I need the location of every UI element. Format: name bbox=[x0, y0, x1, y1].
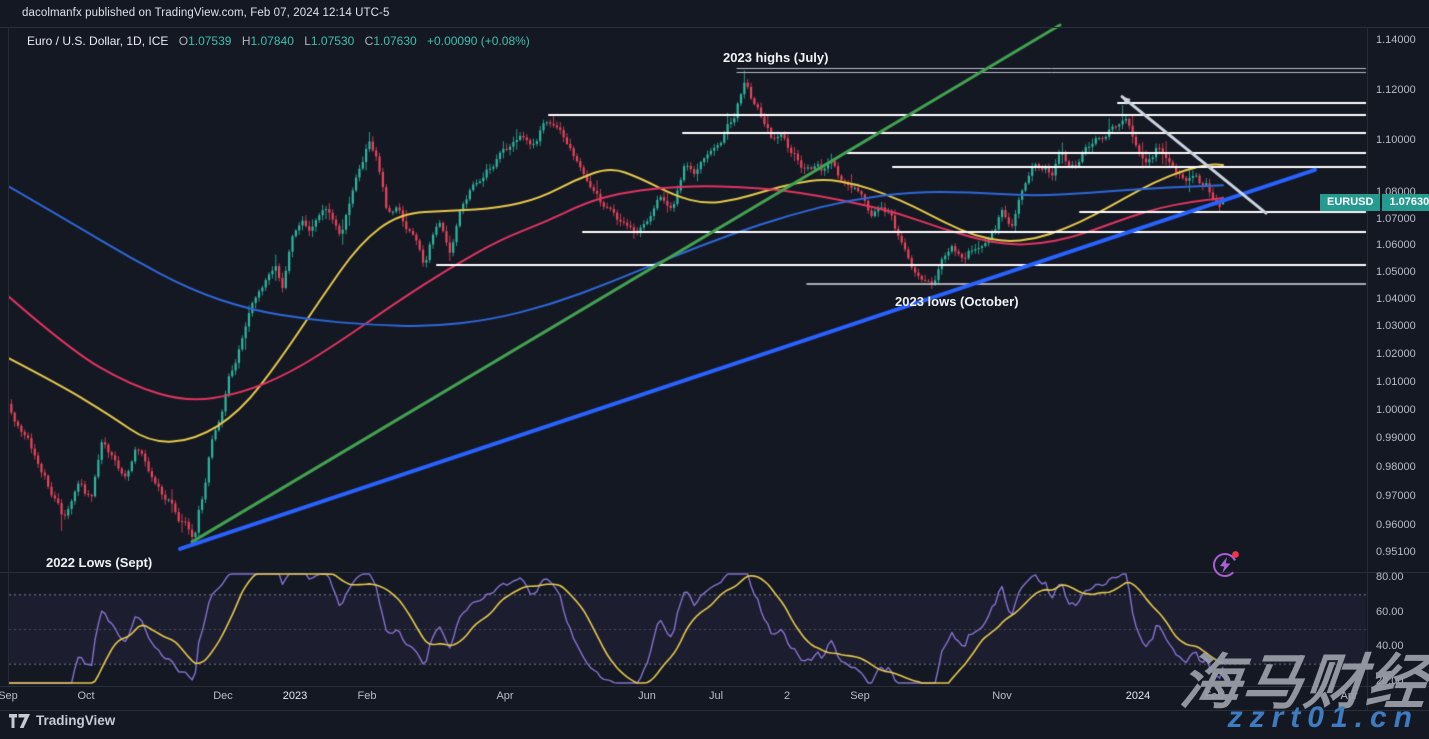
lightning-idea-icon[interactable] bbox=[1210, 548, 1242, 585]
close-label: C bbox=[365, 34, 374, 48]
time-axis-label: 2023 bbox=[283, 690, 307, 702]
chart-annotation[interactable]: 2023 lows (October) bbox=[895, 294, 1019, 309]
close-value: 1.07630 bbox=[373, 34, 416, 48]
price-axis-label: 1.06000 bbox=[1376, 239, 1416, 251]
price-axis-label: 1.12000 bbox=[1376, 84, 1416, 96]
tradingview-logo-text: TradingView bbox=[36, 713, 115, 728]
time-axis-label: Feb bbox=[358, 690, 377, 702]
price-axis-label: 0.95100 bbox=[1376, 546, 1416, 558]
high-value: 1.07840 bbox=[250, 34, 293, 48]
time-axis-label: 2 bbox=[784, 690, 790, 702]
price-axis-label: 0.99000 bbox=[1376, 432, 1416, 444]
price-axis-label: 1.05000 bbox=[1376, 266, 1416, 278]
price-axis-label: 0.98000 bbox=[1376, 461, 1416, 473]
open-label: O bbox=[179, 34, 188, 48]
low-value: 1.07530 bbox=[311, 34, 354, 48]
low-label: L bbox=[304, 34, 311, 48]
topbar-separator bbox=[0, 27, 1429, 28]
price-axis-label: 1.02000 bbox=[1376, 348, 1416, 360]
tradingview-logo-icon bbox=[9, 714, 30, 728]
badge-symbol: EURUSD bbox=[1320, 194, 1380, 211]
tradingview-published-chart: dacolmanfx published on TradingView.com,… bbox=[0, 0, 1429, 739]
lightning-bolt-icon bbox=[1220, 557, 1230, 573]
time-axis-label: Sep bbox=[850, 690, 870, 702]
published-meta: dacolmanfx published on TradingView.com,… bbox=[22, 7, 389, 19]
symbol-title: Euro / U.S. Dollar, 1D, ICE bbox=[27, 34, 168, 48]
price-axis-label: 1.00000 bbox=[1376, 404, 1416, 416]
time-axis-label: Jun bbox=[638, 690, 656, 702]
price-axis-label: 1.01000 bbox=[1376, 376, 1416, 388]
chart-annotation[interactable]: 2023 highs (July) bbox=[723, 50, 828, 65]
time-axis-label: 2024 bbox=[1126, 690, 1150, 702]
price-axis-label: 1.04000 bbox=[1376, 293, 1416, 305]
open-value: 1.07539 bbox=[188, 34, 231, 48]
rsi-axis-label: 60.00 bbox=[1376, 606, 1404, 618]
notification-dot bbox=[1232, 551, 1239, 558]
change-value: +0.00090 (+0.08%) bbox=[427, 34, 530, 48]
time-axis-label: Dec bbox=[213, 690, 233, 702]
price-axis-label: 1.10000 bbox=[1376, 134, 1416, 146]
chart-left-border bbox=[8, 27, 9, 685]
time-axis-label: Oct bbox=[77, 690, 94, 702]
time-axis-label: Nov bbox=[992, 690, 1012, 702]
price-axis-border[interactable] bbox=[1367, 27, 1368, 710]
badge-price: 1.07630 bbox=[1382, 194, 1429, 211]
chart-annotation[interactable]: 2022 Lows (Sept) bbox=[46, 555, 152, 570]
price-axis-label: 1.14000 bbox=[1376, 34, 1416, 46]
price-axis-label: 1.03000 bbox=[1376, 320, 1416, 332]
tradingview-logo[interactable]: TradingView bbox=[9, 713, 115, 728]
last-price-badge: EURUSD 1.07630 bbox=[1320, 194, 1429, 211]
price-axis-label: 0.97000 bbox=[1376, 490, 1416, 502]
watermark-url-text: zzrt01.cn bbox=[1228, 701, 1419, 735]
price-axis-label: 0.96000 bbox=[1376, 519, 1416, 531]
time-axis-label: Apr bbox=[496, 690, 513, 702]
main-chart-canvas[interactable] bbox=[0, 0, 1429, 739]
symbol-legend[interactable]: Euro / U.S. Dollar, 1D, ICE O1.07539 H1.… bbox=[27, 34, 530, 48]
time-axis-label: Sep bbox=[0, 690, 18, 702]
time-axis-label: Jul bbox=[709, 690, 723, 702]
price-axis-label: 1.07000 bbox=[1376, 213, 1416, 225]
rsi-axis-label: 80.00 bbox=[1376, 571, 1404, 583]
